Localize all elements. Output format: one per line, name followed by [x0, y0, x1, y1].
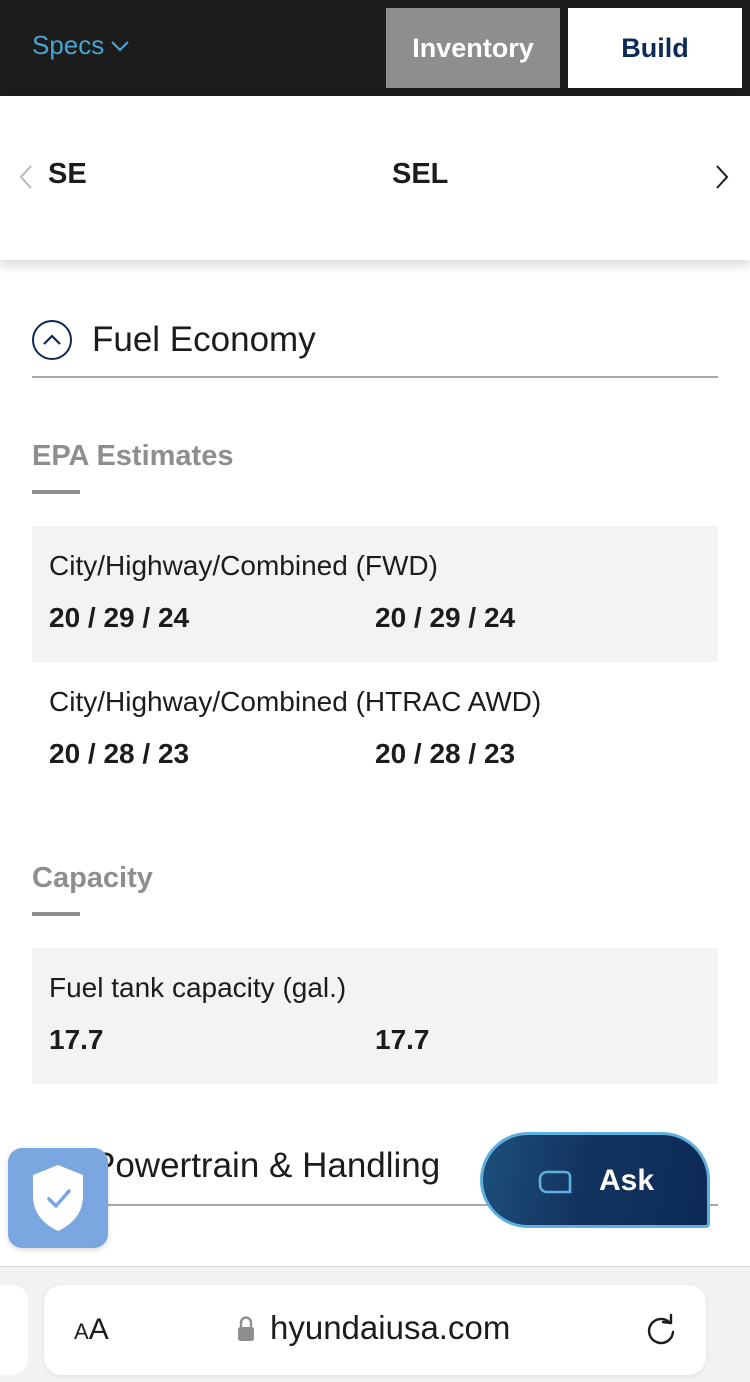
spec-value-se: 17.7	[49, 1024, 104, 1055]
section-title: Fuel Economy	[92, 320, 316, 359]
build-button[interactable]: Build	[568, 8, 742, 88]
chat-bubble-icon	[538, 1170, 572, 1194]
spec-row: City/Highway/Combined (FWD) 20 / 29 / 24…	[32, 526, 718, 662]
address-bar[interactable]: AA hyundaiusa.com	[44, 1285, 706, 1375]
top-nav-bar: Specs Inventory Build	[0, 0, 750, 96]
chevron-left-icon[interactable]	[18, 164, 34, 190]
spec-label: Fuel tank capacity (gal.)	[49, 972, 347, 1003]
spec-value-sel: 20 / 28 / 23	[375, 738, 516, 769]
inventory-button[interactable]: Inventory	[386, 8, 560, 88]
browser-toolbar: AA hyundaiusa.com	[0, 1266, 750, 1382]
divider	[32, 490, 80, 494]
specs-label: Specs	[32, 30, 105, 60]
trim-se-label: SE	[48, 158, 87, 190]
chevron-up-icon	[43, 334, 61, 345]
ask-chat-button[interactable]: Ask	[480, 1132, 710, 1228]
specs-dropdown[interactable]: Specs	[32, 30, 130, 61]
chevron-right-icon[interactable]	[714, 164, 730, 190]
spec-value-se: 20 / 28 / 23	[49, 738, 190, 769]
spec-row: City/Highway/Combined (HTRAC AWD) 20 / 2…	[32, 662, 718, 798]
collapse-toggle[interactable]	[32, 320, 72, 360]
url-text: hyundaiusa.com	[270, 1309, 511, 1346]
previous-tab-peek[interactable]	[0, 1285, 28, 1375]
trim-sel-label: SEL	[392, 158, 449, 190]
text-size-button[interactable]: AA	[74, 1313, 109, 1347]
ask-label: Ask	[599, 1164, 655, 1197]
trim-selector: SE SEL	[0, 96, 750, 260]
privacy-shield-button[interactable]	[8, 1148, 108, 1248]
group-title-epa: EPA Estimates	[32, 440, 234, 472]
lock-icon	[238, 1316, 254, 1341]
chevron-down-icon	[111, 40, 130, 52]
divider	[32, 912, 80, 916]
fuel-economy-header[interactable]: Fuel Economy	[32, 320, 718, 378]
shield-check-icon	[33, 1165, 83, 1231]
spec-label: City/Highway/Combined (HTRAC AWD)	[49, 686, 542, 717]
page: Specs Inventory Build SE SEL Fuel Econom…	[0, 0, 750, 1382]
section-title: Powertrain & Handling	[92, 1146, 441, 1185]
reload-icon[interactable]	[644, 1313, 678, 1347]
spec-row: Fuel tank capacity (gal.) 17.7 17.7	[32, 948, 718, 1084]
spec-value-se: 20 / 29 / 24	[49, 602, 190, 633]
spec-value-sel: 20 / 29 / 24	[375, 602, 516, 633]
spec-value-sel: 17.7	[375, 1024, 430, 1055]
spec-label: City/Highway/Combined (FWD)	[49, 550, 438, 581]
group-title-capacity: Capacity	[32, 862, 153, 894]
